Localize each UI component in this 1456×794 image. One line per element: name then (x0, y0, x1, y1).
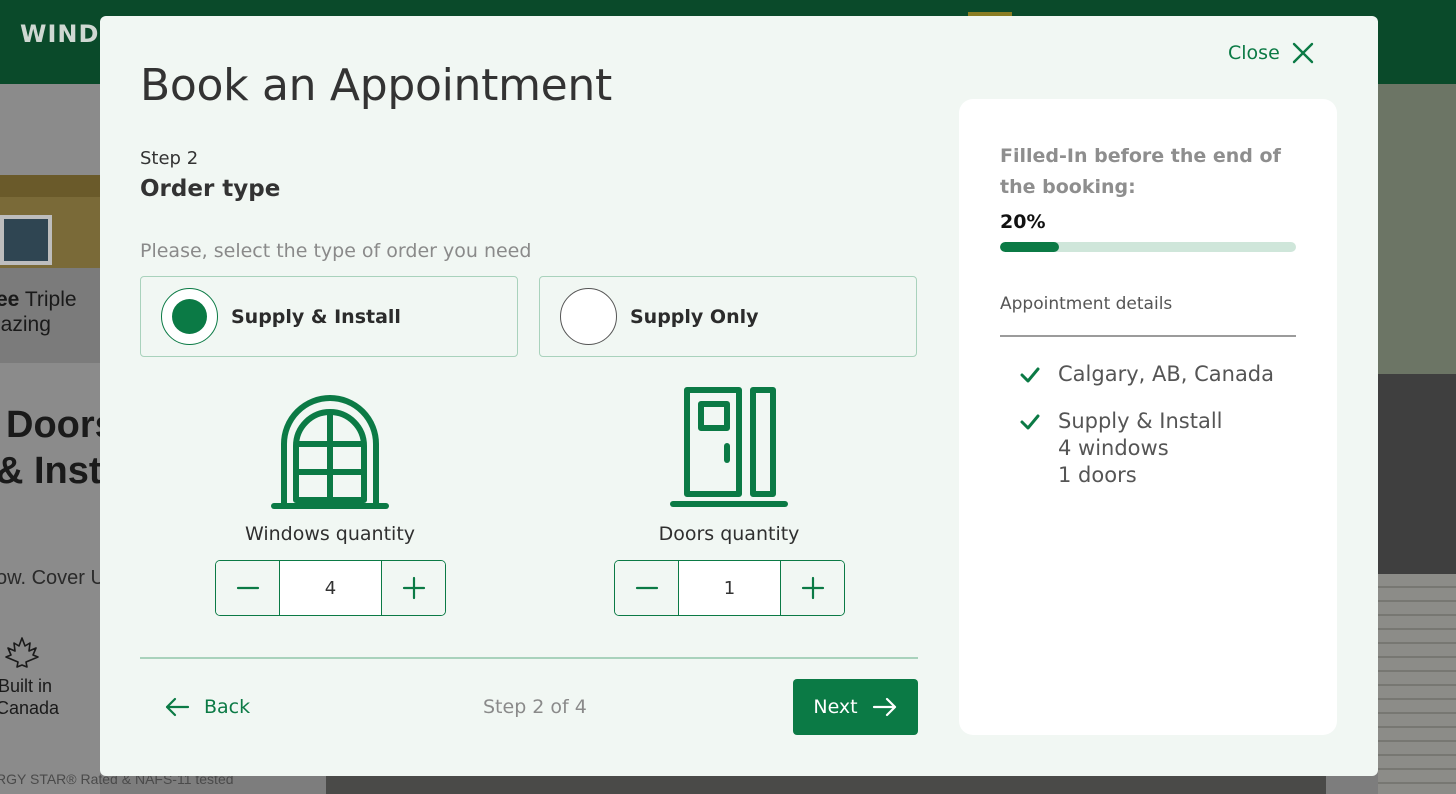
badge-line-1: ee Triple (0, 288, 77, 311)
progress-bar (1000, 242, 1296, 252)
detail-line: Calgary, AB, Canada (1058, 362, 1275, 386)
minus-icon (236, 586, 259, 590)
arrow-left-icon (165, 697, 190, 717)
close-button[interactable]: Close (1228, 42, 1314, 64)
door-icon (670, 387, 788, 507)
detail-line: 4 windows (1058, 436, 1169, 460)
booking-summary-panel: Filled-In before the end of the booking:… (959, 99, 1337, 735)
detail-item-location: Calgary, AB, Canada (1019, 361, 1299, 388)
radio-unselected[interactable] (560, 288, 617, 345)
hero-heading-line-2: & Inst (0, 450, 102, 492)
progress-percent: 20% (1000, 211, 1046, 233)
doors-increment-button[interactable] (781, 561, 844, 615)
appointment-details-title: Appointment details (1000, 294, 1173, 314)
back-label: Back (204, 696, 251, 718)
doors-quantity-stepper: 1 (614, 560, 845, 616)
windows-quantity-stepper: 4 (215, 560, 446, 616)
arrow-right-icon (872, 697, 896, 717)
close-label: Close (1228, 42, 1280, 64)
windows-increment-button[interactable] (382, 561, 445, 615)
house-photo-right (1378, 84, 1456, 794)
minus-icon (635, 586, 658, 590)
windows-quantity-label: Windows quantity (244, 523, 416, 545)
option-supply-install[interactable]: Supply & Install (140, 276, 518, 357)
option-label: Supply Only (630, 305, 759, 328)
badge-line-2: lazing (0, 313, 51, 336)
step-label: Step 2 (140, 148, 199, 169)
detail-line: 1 doors (1058, 463, 1137, 487)
background-bottom-photo (326, 776, 1326, 794)
plus-icon (402, 576, 425, 600)
option-supply-only[interactable]: Supply Only (539, 276, 917, 357)
doors-decrement-button[interactable] (615, 561, 678, 615)
modal-title: Book an Appointment (140, 60, 612, 111)
order-type-prompt: Please, select the type of order you nee… (140, 240, 532, 262)
built-in-line-1: Built in (0, 676, 53, 696)
arched-window-icon (271, 395, 389, 509)
details-divider (1000, 335, 1296, 337)
step-title: Order type (140, 176, 281, 202)
windows-decrement-button[interactable] (216, 561, 279, 615)
built-in-line-2: Canada (0, 698, 60, 718)
progress-title: Filled-In before the end of the booking: (1000, 145, 1281, 198)
check-icon (1020, 367, 1040, 383)
next-button[interactable]: Next (793, 679, 918, 735)
doors-quantity-label: Doors quantity (658, 523, 800, 545)
back-button[interactable]: Back (164, 694, 250, 720)
check-icon (1020, 414, 1040, 430)
progress-bar-fill (1000, 242, 1060, 252)
option-label: Supply & Install (231, 305, 401, 328)
footer-divider (140, 657, 918, 659)
detail-item-order: Supply & Install 4 windows 1 doors (1019, 408, 1299, 489)
detail-line: Supply & Install (1058, 409, 1223, 433)
close-icon (1292, 42, 1313, 64)
radio-selected[interactable] (161, 288, 218, 345)
house-photo (0, 175, 100, 268)
windows-quantity-value[interactable]: 4 (279, 561, 382, 615)
doors-quantity-value[interactable]: 1 (678, 561, 781, 615)
next-label: Next (813, 696, 858, 718)
booking-modal: Book an Appointment Close Step 2 Order t… (100, 16, 1378, 776)
appointment-details-list: Calgary, AB, Canada Supply & Install 4 w… (1019, 361, 1299, 509)
plus-icon (801, 576, 824, 600)
maple-leaf-icon (4, 636, 40, 677)
step-counter: Step 2 of 4 (483, 696, 587, 718)
hero-subtext: ow. Cover U (0, 567, 105, 589)
